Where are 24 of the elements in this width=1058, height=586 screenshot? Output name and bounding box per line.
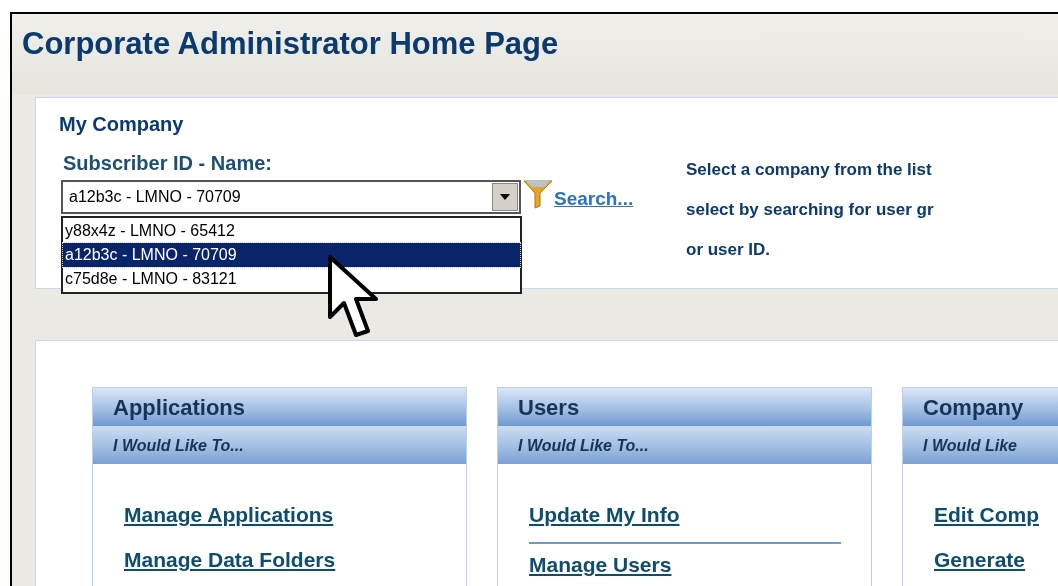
dropdown-option[interactable]: c75d8e - LMNO - 83121 [63,267,520,291]
dropdown-option[interactable]: a12b3c - LMNO - 70709 [63,243,520,267]
dropdown-option[interactable]: y88x4z - LMNO - 65412 [63,219,520,243]
card-subtitle: I Would Like To... [518,436,649,456]
action-link[interactable]: Generate [934,546,1026,574]
company-select[interactable]: a12b3c - LMNO - 70709 [61,180,521,214]
card-title: Applications [113,393,245,422]
action-link[interactable]: Manage Applications [124,501,334,529]
action-link[interactable]: Edit Comp [934,501,1039,529]
filter-icon [523,179,553,209]
action-link[interactable]: Update My Info [529,501,680,529]
search-link[interactable]: Search... [554,184,634,214]
help-text: or user ID. [686,239,771,261]
action-link[interactable]: Manage Users [529,551,672,579]
page-title: Corporate Administrator Home Page [22,28,559,59]
action-link[interactable]: Manage Data Folders [124,546,336,574]
section-heading: My Company [59,112,184,137]
card-subtitle: I Would Like To... [113,436,244,456]
card-title: Company [923,393,1024,422]
help-text: select by searching for user gr [686,199,934,221]
help-text: Select a company from the list [686,159,932,181]
card-subtitle: I Would Like [923,436,1017,456]
card-title: Users [518,393,580,422]
field-label: Subscriber ID - Name: [63,152,272,174]
